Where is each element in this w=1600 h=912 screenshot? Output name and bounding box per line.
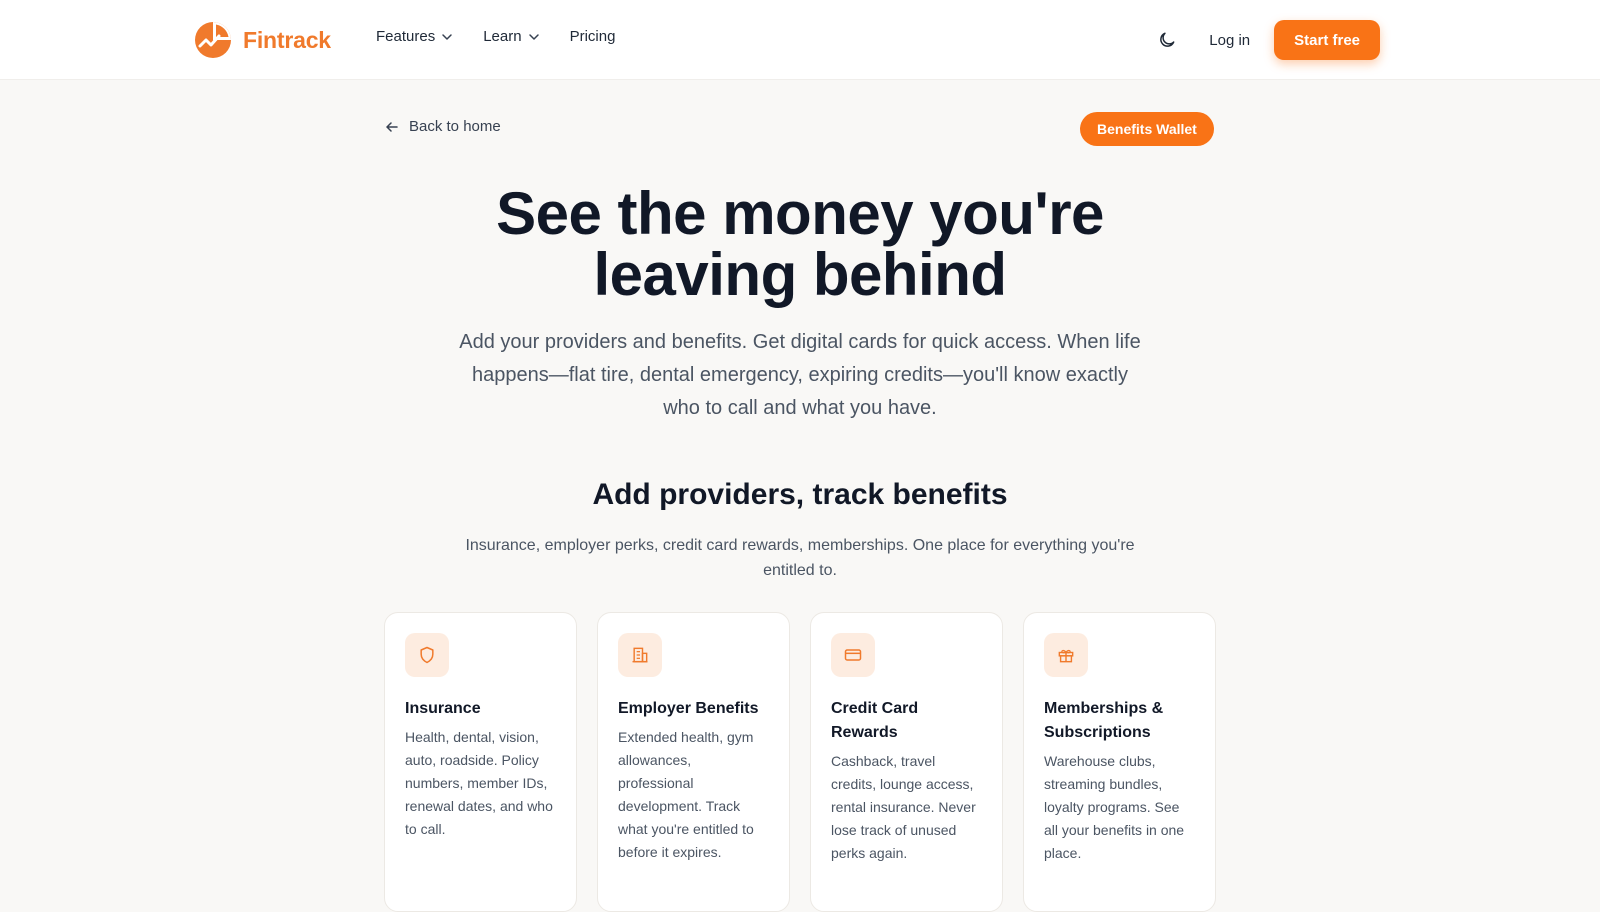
card-employer-benefits: Employer Benefits Extended health, gym a… [597, 612, 790, 912]
nav-learn[interactable]: Learn [483, 28, 539, 45]
card-insurance: Insurance Health, dental, vision, auto, … [384, 612, 577, 912]
nav-features-label: Features [376, 28, 436, 45]
card-text: Warehouse clubs, streaming bundles, loya… [1044, 753, 1185, 861]
shield-icon [420, 646, 434, 664]
card-icon-wrap [618, 633, 662, 677]
benefit-cards: Insurance Health, dental, vision, auto, … [384, 612, 1216, 912]
gift-icon [1058, 649, 1074, 663]
benefits-wallet-badge: Benefits Wallet [1080, 112, 1214, 146]
card-text: Cashback, travel credits, lounge access,… [831, 753, 976, 861]
primary-nav: Features Learn Pricing [376, 28, 645, 45]
chevron-down-icon [442, 33, 452, 40]
nav-pricing[interactable]: Pricing [570, 28, 616, 45]
section-subtitle: Insurance, employer perks, credit card r… [465, 537, 1135, 579]
hero-title: See the money you're leaving behind [496, 180, 1104, 308]
hero-subtitle: Add your providers and benefits. Get dig… [459, 331, 1141, 419]
nav-features[interactable]: Features [376, 28, 453, 45]
start-free-button[interactable]: Start free [1274, 20, 1380, 60]
nav-pricing-label: Pricing [569, 28, 616, 45]
credit-card-icon [844, 649, 862, 661]
top-nav: Fintrack Features Learn Pricing Log in S… [0, 0, 1600, 80]
section-title: Add providers, track benefits [592, 478, 1008, 511]
back-to-home-label: Back to home [409, 118, 501, 135]
nav-learn-label: Learn [483, 28, 522, 45]
moon-icon [1160, 32, 1175, 47]
card-text: Health, dental, vision, auto, roadside. … [405, 729, 553, 837]
chevron-down-icon [528, 33, 539, 40]
card-memberships-subscriptions: Memberships & Subscriptions Warehouse cl… [1023, 612, 1216, 912]
login-link[interactable]: Log in [1209, 32, 1250, 49]
nav-actions: Log in Start free [1147, 20, 1380, 60]
pie-chart-logo-icon [195, 22, 231, 58]
brand-logo[interactable]: Fintrack [194, 21, 331, 59]
card-title: Credit Card Rewards [831, 700, 919, 741]
card-icon-wrap [831, 633, 875, 677]
building-icon [632, 647, 648, 663]
card-title: Memberships & Subscriptions [1044, 700, 1164, 741]
arrow-left-icon [386, 121, 398, 132]
card-icon-wrap [1044, 633, 1088, 677]
card-title: Insurance [405, 700, 481, 717]
theme-toggle-button[interactable] [1147, 20, 1187, 60]
back-to-home-link[interactable]: Back to home [385, 118, 501, 135]
card-credit-card-rewards: Credit Card Rewards Cashback, travel cre… [810, 612, 1003, 912]
card-text: Extended health, gym allowances, profess… [618, 729, 754, 860]
card-icon-wrap [405, 633, 449, 677]
card-title: Employer Benefits [618, 700, 759, 717]
brand-name: Fintrack [243, 26, 331, 53]
